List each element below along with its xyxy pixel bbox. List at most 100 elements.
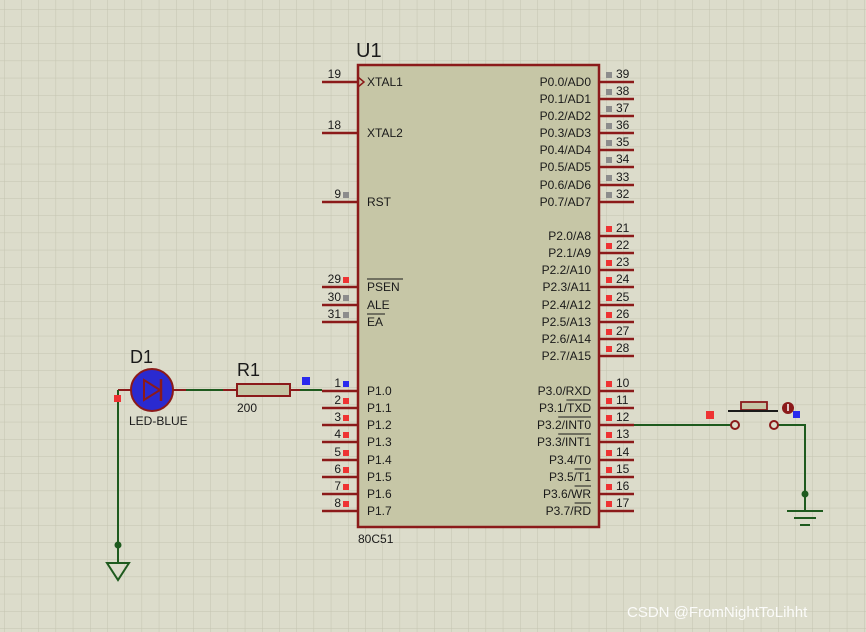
pin-number: 21 [616, 221, 630, 235]
pin-state-marker [606, 381, 612, 387]
pin-name: P3.3/INT1 [537, 435, 591, 449]
pin-name: ALE [367, 298, 390, 312]
pin-state-marker [343, 415, 349, 421]
chip-ref-label: U1 [356, 40, 382, 62]
pin-number: 38 [616, 84, 630, 98]
pin-number: 16 [616, 479, 630, 493]
pin-state-marker [343, 381, 349, 387]
pin-state-marker [114, 395, 121, 402]
pin-state-marker [606, 192, 612, 198]
pin-name: P0.4/AD4 [540, 143, 592, 157]
pin-number: 31 [328, 307, 342, 321]
button-contact-left [730, 420, 740, 430]
pin-state-marker [606, 106, 612, 112]
pin-name: P0.5/AD5 [540, 160, 592, 174]
pin-state-marker [606, 140, 612, 146]
pin-name: P1.0 [367, 384, 392, 398]
button-cap [740, 401, 768, 411]
pin-name: P1.6 [367, 487, 392, 501]
pin-state-marker [606, 415, 612, 421]
button-contact-right [769, 420, 779, 430]
pin-state-marker [302, 377, 310, 385]
pin-number: 9 [334, 187, 341, 201]
pin-number: 13 [616, 427, 630, 441]
pin-number: 6 [334, 462, 341, 476]
pin-state-marker [343, 192, 349, 198]
pin-number: 32 [616, 187, 630, 201]
pin-state-marker [606, 450, 612, 456]
pin-name: EA [367, 315, 383, 329]
pin-number: 3 [334, 410, 341, 424]
pin-state-marker [606, 277, 612, 283]
pin-number: 4 [334, 427, 341, 441]
pin-state-marker [606, 398, 612, 404]
wire-junction-dot [801, 490, 809, 498]
pin-name: P2.5/A13 [542, 315, 592, 329]
pin-number: 1 [334, 376, 341, 390]
resistor-value-label: 200 [237, 401, 257, 415]
pin-name: P0.7/AD7 [540, 195, 592, 209]
pin-state-marker [606, 329, 612, 335]
pin-name: XTAL1 [367, 75, 403, 89]
watermark: CSDN @FromNightToLihht [627, 604, 808, 621]
schematic-canvas[interactable]: U1 80C51 19XTAL118XTAL29RST29PSEN30ALE31… [0, 0, 866, 632]
led-value-label: LED-BLUE [129, 414, 188, 428]
pin-number: 35 [616, 135, 630, 149]
pin-number: 39 [616, 67, 630, 81]
pin-number: 33 [616, 170, 630, 184]
pin-name: P0.1/AD1 [540, 92, 592, 106]
pin-state-marker [343, 450, 349, 456]
pin-number: 5 [334, 445, 341, 459]
pin-name: P2.4/A12 [542, 298, 592, 312]
pin-name: P1.3 [367, 435, 392, 449]
pin-number: 11 [616, 393, 629, 407]
pin-number: 28 [616, 341, 630, 355]
pin-number: 18 [328, 118, 342, 132]
pin-state-marker [343, 501, 349, 507]
pin-number: 17 [616, 496, 630, 510]
pin-number: 26 [616, 307, 630, 321]
pin-state-marker [606, 312, 612, 318]
pin-state-marker [606, 501, 612, 507]
pin-name: P1.2 [367, 418, 392, 432]
led-ref-label: D1 [130, 347, 153, 367]
microcontroller-u1[interactable]: U1 80C51 19XTAL118XTAL29RST29PSEN30ALE31… [322, 40, 634, 546]
pin-state-marker [343, 312, 349, 318]
pin-state-marker [606, 72, 612, 78]
pin-name: P2.6/A14 [542, 332, 592, 346]
pin-number: 30 [328, 290, 342, 304]
pin-state-marker [606, 89, 612, 95]
wire-junction-dot [114, 541, 122, 549]
chip-part-label: 80C51 [358, 532, 394, 546]
pin-number: 23 [616, 255, 630, 269]
pin-state-marker [706, 411, 714, 419]
pin-name: P1.1 [367, 401, 392, 415]
resistor-ref-label: R1 [237, 360, 260, 380]
pin-state-marker [343, 277, 349, 283]
pin-number: 29 [328, 272, 342, 286]
pin-number: 14 [616, 445, 630, 459]
pin-state-marker [606, 432, 612, 438]
pin-name: P0.0/AD0 [540, 75, 592, 89]
pin-name: P2.2/A10 [542, 263, 592, 277]
pin-name-overbar-part: INT1 [565, 435, 591, 449]
pin-number: 22 [616, 238, 630, 252]
pin-state-marker [343, 432, 349, 438]
pin-name: P2.1/A9 [548, 246, 591, 260]
pin-name: P2.0/A8 [548, 229, 591, 243]
pin-state-marker [606, 243, 612, 249]
pin-name: P3.1/TXD [539, 401, 591, 415]
resistor-body [236, 383, 291, 397]
pin-state-marker [606, 123, 612, 129]
pin-name: P3.7/RD [546, 504, 592, 518]
pin-number: 27 [616, 324, 630, 338]
pin-name: P1.4 [367, 453, 392, 467]
pin-number: 24 [616, 272, 630, 286]
pin-name-overbar-part: T1 [577, 470, 591, 484]
pin-name: P0.2/AD2 [540, 109, 592, 123]
pin-state-marker [606, 295, 612, 301]
pin-state-marker [343, 484, 349, 490]
pin-name: P3.4/T0 [549, 453, 591, 467]
pin-number: 7 [334, 479, 341, 493]
pin-state-marker [343, 295, 349, 301]
